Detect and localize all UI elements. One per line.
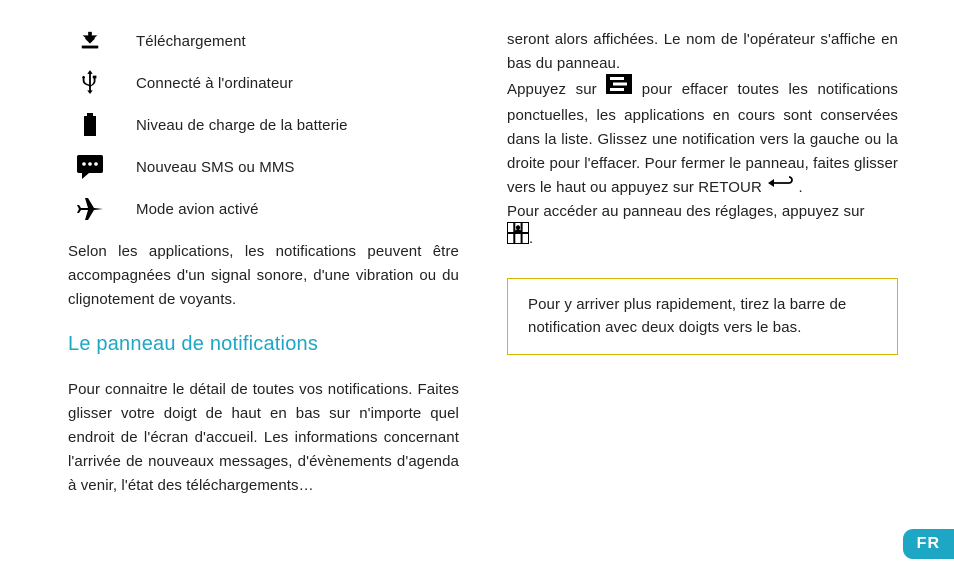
- operator-para: seront alors affichées. Le nom de l'opér…: [507, 28, 898, 76]
- settings-panel-para: Pour accéder au panneau des réglages, ap…: [507, 200, 898, 254]
- table-row: Niveau de charge de la batterie: [68, 112, 459, 138]
- sms-icon: [68, 155, 112, 179]
- download-icon: [68, 30, 112, 52]
- table-row: Téléchargement: [68, 28, 459, 54]
- usb-icon: [68, 70, 112, 96]
- table-row: Connecté à l'ordinateur: [68, 70, 459, 96]
- document-page: Téléchargement Connecté à l'ordinateur N…: [0, 0, 954, 565]
- return-key-icon: [766, 174, 794, 198]
- tip-callout: Pour y arriver plus rapidement, tirez la…: [507, 278, 898, 355]
- table-row: Nouveau SMS ou MMS: [68, 154, 459, 180]
- clear-all-icon: [606, 74, 632, 102]
- icon-label: Niveau de charge de la batterie: [112, 112, 348, 138]
- section-title: Le panneau de notifications: [68, 328, 459, 360]
- icon-label: Connecté à l'ordinateur: [112, 70, 293, 96]
- text-fragment: .: [798, 179, 802, 196]
- text-fragment: Appuyez sur: [507, 81, 606, 98]
- notification-behaviour-para: Selon les applications, les notification…: [68, 240, 459, 312]
- settings-grid-icon: [507, 222, 529, 252]
- text-fragment: Pour accéder au panneau des réglages, ap…: [507, 203, 865, 220]
- left-column: Téléchargement Connecté à l'ordinateur N…: [68, 28, 459, 545]
- text-fragment: .: [529, 230, 533, 247]
- panel-intro-para: Pour connaitre le détail de toutes vos n…: [68, 378, 459, 498]
- language-badge: FR: [903, 529, 954, 559]
- icon-label: Nouveau SMS ou MMS: [112, 154, 295, 180]
- status-icon-table: Téléchargement Connecté à l'ordinateur N…: [68, 28, 459, 222]
- right-column: seront alors affichées. Le nom de l'opér…: [507, 28, 898, 545]
- icon-label: Mode avion activé: [112, 196, 259, 222]
- table-row: Mode avion activé: [68, 196, 459, 222]
- icon-label: Téléchargement: [112, 28, 246, 54]
- tip-text: Pour y arriver plus rapidement, tirez la…: [528, 296, 846, 336]
- airplane-icon: [68, 197, 112, 221]
- battery-icon: [68, 113, 112, 137]
- clear-notifications-para: Appuyez sur pour effacer toutes les noti…: [507, 76, 898, 200]
- text-fragment: pour effacer toutes les notifications po…: [507, 81, 898, 196]
